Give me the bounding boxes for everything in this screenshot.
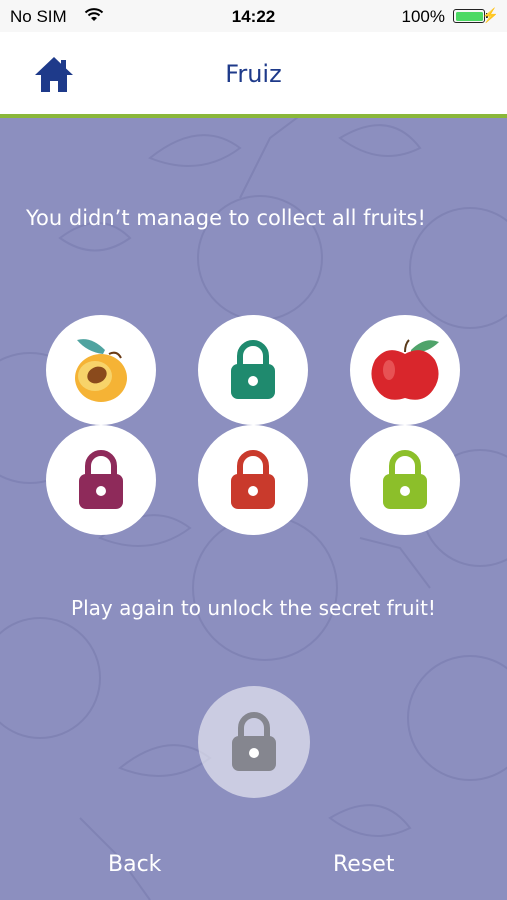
status-bar: No SIM 14:22 100% ⚡ (0, 0, 507, 32)
reset-button[interactable]: Reset (333, 852, 394, 877)
lock-icon (79, 450, 123, 509)
page-title: Fruiz (225, 60, 282, 88)
charging-icon: ⚡ (481, 7, 499, 23)
game-result-screen: You didn’t manage to collect all fruits! (0, 118, 507, 900)
unlock-message: Play again to unlock the secret fruit! (71, 596, 436, 620)
result-message: You didn’t manage to collect all fruits! (26, 206, 426, 230)
fruit-slot-locked (350, 425, 460, 535)
battery-icon (453, 9, 488, 23)
back-button[interactable]: Back (108, 852, 161, 877)
fruit-slot-locked (46, 425, 156, 535)
apple-icon (371, 339, 439, 400)
fruit-slot-apple (350, 315, 460, 425)
fruit-slot-apricot (46, 315, 156, 425)
battery-percent: 100% (401, 7, 445, 26)
lock-icon (231, 450, 275, 509)
lock-icon (232, 712, 276, 771)
fruit-slot-locked (198, 315, 308, 425)
secret-fruit-slot (198, 686, 310, 798)
fruit-slot-locked (198, 425, 308, 535)
lock-icon (231, 340, 275, 399)
apricot-icon (75, 339, 127, 402)
lock-icon (383, 450, 427, 509)
nav-bar: Fruiz (0, 32, 507, 118)
